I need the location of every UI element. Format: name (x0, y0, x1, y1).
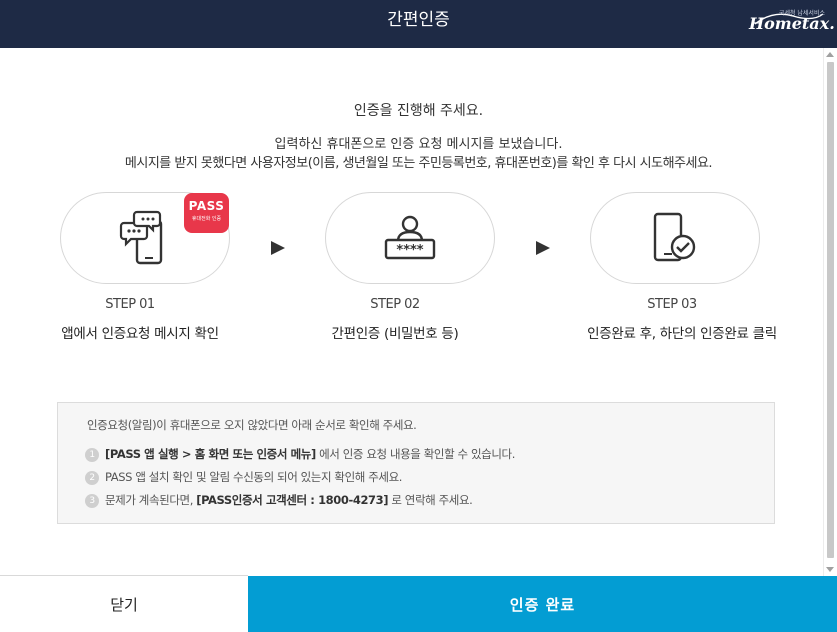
help-info-box: 인증요청(알림)이 휴대폰으로 오지 않았다면 아래 순서로 확인해 주세요. … (57, 402, 775, 524)
number-badge: 2 (85, 471, 99, 485)
step-1-number: STEP 01 (105, 297, 155, 312)
help-item-3: 3 문제가 계속된다면, [PASS인증서 고객센터 : 1800-4273] 로… (85, 492, 473, 508)
intro-title: 인증을 진행해 주세요. (353, 103, 484, 119)
step-3-card (590, 192, 760, 284)
step-arrow-icon (536, 241, 550, 255)
help-item-3-pre: 문제가 계속된다면, (105, 493, 197, 507)
help-item-1: 1 [PASS 앱 실행 > 홈 화면 또는 인증서 메뉴] 에서 인증 요청 내… (85, 446, 515, 462)
scroll-down-arrow-icon[interactable] (826, 567, 834, 572)
number-badge: 1 (85, 448, 99, 462)
pass-badge-sub: 휴대전화 인증 (191, 216, 222, 222)
intro-description-line-2: 메시지를 받지 못했다면 사용자정보(이름, 생년월일 또는 주민등록번호, 휴… (124, 156, 713, 171)
svg-text:****: **** (396, 243, 423, 258)
help-info-title: 인증요청(알림)이 휴대폰으로 오지 않았다면 아래 순서로 확인해 주세요. (87, 418, 417, 432)
step-arrow-icon (271, 241, 285, 255)
step-2-description: 간편인증 (비밀번호 등) (331, 326, 459, 342)
logo-text: Hometax. (749, 14, 835, 33)
step-2-card: **** (325, 192, 495, 284)
phone-message-icon (119, 210, 163, 265)
scroll-up-arrow-icon[interactable] (826, 52, 834, 57)
page-title: 간편인증 (387, 10, 450, 30)
close-button[interactable]: 닫기 (0, 576, 248, 632)
user-password-icon: **** (384, 215, 436, 260)
intro-description-line-1: 입력하신 휴대폰으로 인증 요청 메시지를 보냈습니다. (274, 137, 563, 152)
vertical-scrollbar[interactable] (823, 48, 837, 576)
hometax-logo: 국세청 납세서비스 Hometax. (749, 8, 835, 38)
help-item-3-bold: [PASS인증서 고객센터 : 1800-4273] (196, 493, 389, 507)
step-2-number: STEP 02 (370, 297, 420, 312)
help-item-2-text: PASS 앱 설치 확인 및 알림 수신동의 되어 있는지 확인해 주세요. (105, 470, 403, 484)
help-item-1-text: 에서 인증 요청 내용을 확인할 수 있습니다. (315, 447, 515, 461)
help-item-3-text: 로 연락해 주세요. (388, 493, 473, 507)
help-item-1-bold: [PASS 앱 실행 > 홈 화면 또는 인증서 메뉴] (105, 447, 316, 461)
auth-complete-button[interactable]: 인증 완료 (248, 576, 837, 632)
step-1-description: 앱에서 인증요청 메시지 확인 (61, 326, 219, 342)
pass-badge-label: PASS (188, 199, 225, 213)
header-bar: 간편인증 국세청 납세서비스 Hometax. (0, 0, 837, 48)
pass-app-badge: PASS 휴대전화 인증 (184, 193, 229, 233)
step-3-number: STEP 03 (647, 297, 697, 312)
step-3-description: 인증완료 후, 하단의 인증완료 클릭 (587, 326, 777, 342)
help-item-2: 2 PASS 앱 설치 확인 및 알림 수신동의 되어 있는지 확인해 주세요. (85, 469, 402, 485)
number-badge: 3 (85, 494, 99, 508)
phone-check-icon (653, 212, 696, 262)
